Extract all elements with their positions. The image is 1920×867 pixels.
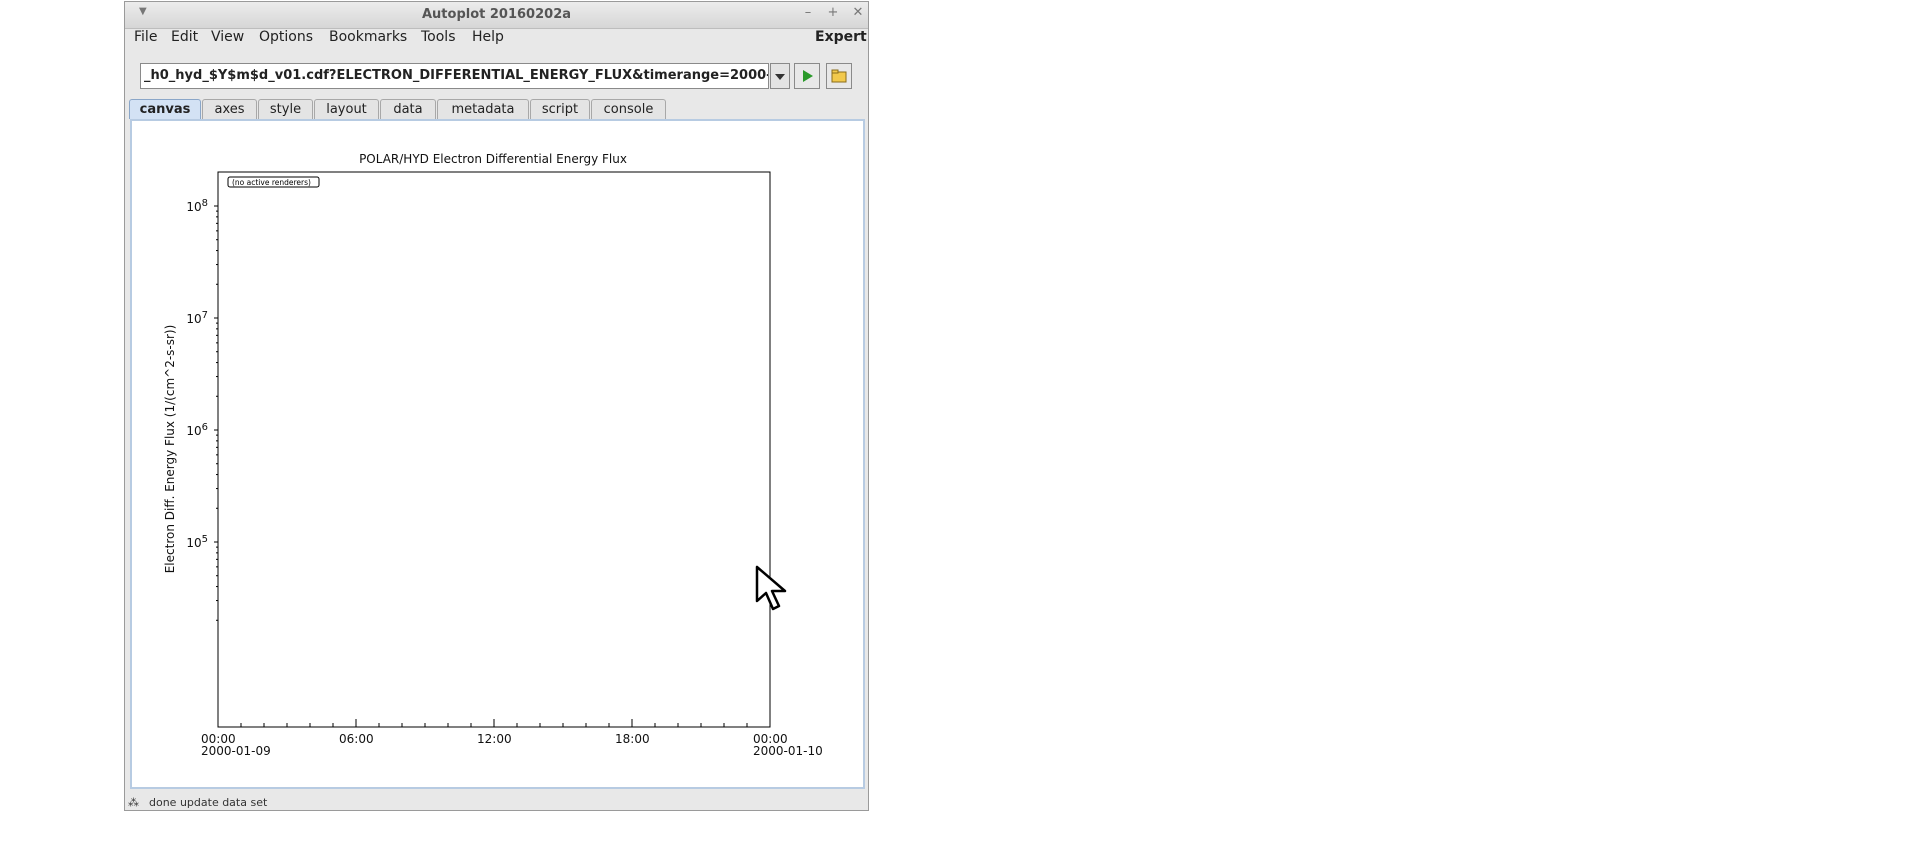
y-tick-label: 108 (186, 198, 208, 214)
tab-axes[interactable]: axes (202, 99, 257, 119)
y-axis: 108 107 106 105 (186, 198, 218, 621)
x-tick-time: 06:00 (339, 732, 374, 746)
play-icon (803, 70, 813, 82)
no-renderers-label: (no active renderers) (232, 178, 311, 187)
menu-bookmarks[interactable]: Bookmarks (329, 29, 407, 45)
tab-data[interactable]: data (380, 99, 436, 119)
menu-help[interactable]: Help (472, 29, 504, 45)
menu-tools[interactable]: Tools (421, 29, 456, 45)
x-tick-date: 2000-01-10 (753, 744, 823, 758)
status-text: done update data set (149, 796, 268, 809)
canvas-panel[interactable]: POLAR/HYD Electron Differential Energy F… (130, 119, 865, 789)
busy-indicator-icon: ⁂ (128, 796, 139, 809)
plot-frame (217, 171, 771, 728)
x-tick-date: 2000-01-09 (201, 744, 271, 758)
maximize-icon[interactable]: + (825, 5, 841, 20)
tab-style[interactable]: style (258, 99, 313, 119)
plot-title: POLAR/HYD Electron Differential Energy F… (359, 152, 627, 166)
x-tick-time: 12:00 (477, 732, 512, 746)
status-bar: ⁂ done update data set (125, 795, 868, 811)
browse-button[interactable] (826, 63, 852, 89)
tab-console[interactable]: console (591, 99, 666, 119)
mouse-cursor-icon (755, 565, 787, 611)
window-title: Autoplot 20160202a (421, 7, 572, 22)
folder-icon (831, 69, 847, 83)
y-tick-label: 106 (186, 422, 208, 438)
tab-layout[interactable]: layout (314, 99, 379, 119)
menu-options[interactable]: Options (259, 29, 313, 45)
tab-script[interactable]: script (530, 99, 590, 119)
minimize-icon[interactable]: – (800, 5, 816, 20)
menu-bar: File Edit View Options Bookmarks Tools H… (125, 29, 868, 51)
title-bar[interactable]: ▼ Autoplot 20160202a – + ✕ (125, 2, 868, 29)
y-tick-label: 107 (186, 310, 208, 326)
tab-canvas[interactable]: canvas (129, 99, 201, 119)
plot-button[interactable] (794, 63, 820, 89)
history-dropdown-button[interactable] (770, 63, 790, 89)
plot-canvas[interactable]: POLAR/HYD Electron Differential Energy F… (132, 121, 863, 787)
y-axis-label: Electron Diff. Energy Flux (1/(cm^2-s-sr… (163, 325, 177, 574)
data-source-input[interactable]: _h0_hyd_$Y$m$d_v01.cdf?ELECTRON_DIFFEREN… (140, 63, 769, 89)
close-icon[interactable]: ✕ (850, 5, 866, 20)
x-tick-time: 18:00 (615, 732, 650, 746)
y-tick-label: 105 (186, 534, 208, 550)
tab-metadata[interactable]: metadata (437, 99, 529, 119)
menu-file[interactable]: File (134, 29, 157, 45)
x-axis: 00:002000-01-0906:00 12:00 18:00 00:002000-… (201, 719, 823, 758)
menu-edit[interactable]: Edit (171, 29, 198, 45)
menu-expert[interactable]: Expert (815, 29, 867, 45)
autoplot-window: ▼ Autoplot 20160202a – + ✕ File Edit Vie… (124, 1, 869, 811)
menu-view[interactable]: View (211, 29, 244, 45)
